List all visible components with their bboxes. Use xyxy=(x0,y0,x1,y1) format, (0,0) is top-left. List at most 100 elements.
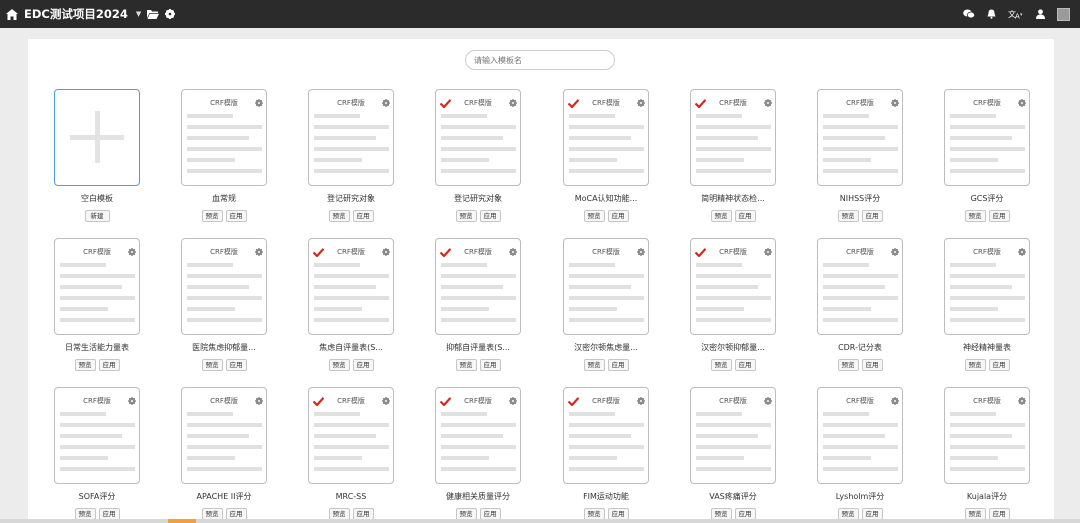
template-card[interactable]: CRF模版 汉密尔顿焦虑量... 预览 应用 xyxy=(561,238,651,371)
apply-button[interactable]: 应用 xyxy=(479,359,501,371)
preview-button[interactable]: 预览 xyxy=(837,359,859,371)
template-thumbnail[interactable]: CRF模版 xyxy=(435,387,521,484)
template-card[interactable]: CRF模版 CDR-记分表 预览 应用 xyxy=(815,238,905,371)
template-card[interactable]: CRF模版 健康相关质量评分 预览 应用 xyxy=(433,387,523,520)
placeholder-line xyxy=(441,423,516,427)
search-input[interactable] xyxy=(465,50,615,70)
template-card[interactable]: CRF模版 VAS疼痛评分 预览 应用 xyxy=(688,387,778,520)
placeholder-line xyxy=(314,136,376,140)
template-card[interactable]: CRF模版 医院焦虑抑郁量... 预览 应用 xyxy=(179,238,269,371)
template-thumbnail[interactable]: CRF模版 xyxy=(563,387,649,484)
preview-button[interactable]: 预览 xyxy=(201,210,223,222)
template-card[interactable]: CRF模版 焦虑自评量表(S... 预览 应用 xyxy=(306,238,396,371)
template-thumbnail[interactable]: CRF模版 xyxy=(54,238,140,335)
template-thumbnail[interactable]: CRF模版 xyxy=(435,238,521,335)
translate-icon[interactable]: 文 A ▾ xyxy=(1008,9,1024,19)
template-name: 血常规 xyxy=(212,194,236,203)
apply-button[interactable]: 应用 xyxy=(861,359,883,371)
template-card[interactable]: CRF模版 APACHE II评分 预览 应用 xyxy=(179,387,269,520)
preview-button[interactable]: 预览 xyxy=(583,359,605,371)
template-thumbnail[interactable]: CRF模版 xyxy=(690,89,776,186)
template-name: 抑郁自评量表(S... xyxy=(446,343,510,352)
template-card[interactable]: CRF模版 简明精神状态检... 预览 应用 xyxy=(688,89,778,222)
folder-icon[interactable] xyxy=(147,9,160,19)
preview-button[interactable]: 预览 xyxy=(583,210,605,222)
preview-button[interactable]: 预览 xyxy=(328,210,350,222)
preview-button[interactable]: 预览 xyxy=(964,210,986,222)
preview-button[interactable]: 预览 xyxy=(455,359,477,371)
new-button[interactable]: 新建 xyxy=(84,210,110,222)
template-card[interactable]: CRF模版 Kujala评分 预览 应用 xyxy=(942,387,1032,520)
template-card[interactable]: CRF模版抑郁自评量表(S... 预览 应用 xyxy=(433,238,523,371)
template-card[interactable]: CRF模版血常规预览 应用 xyxy=(179,89,269,222)
project-title[interactable]: EDC测试项目2024 xyxy=(24,6,128,22)
template-card[interactable]: CRF模版 FIM运动功能 预览 应用 xyxy=(561,387,651,520)
template-card[interactable]: CRF模版 GCS评分 预览 应用 xyxy=(942,89,1032,222)
template-card[interactable]: CRF模版 SOFA评分 预览 应用 xyxy=(52,387,142,520)
template-thumbnail[interactable]: CRF模版 xyxy=(54,387,140,484)
template-thumbnail[interactable]: CRF模版 xyxy=(563,89,649,186)
apply-button[interactable]: 应用 xyxy=(479,210,501,222)
apply-button[interactable]: 应用 xyxy=(734,359,756,371)
template-thumbnail[interactable]: CRF模版 xyxy=(944,387,1030,484)
template-card[interactable]: CRF模版 MRC-SS 预览 应用 xyxy=(306,387,396,520)
template-thumbnail[interactable]: CRF模版 xyxy=(308,89,394,186)
template-thumbnail[interactable]: CRF模版 xyxy=(690,238,776,335)
template-thumbnail[interactable]: CRF模版 xyxy=(181,238,267,335)
placeholder-line xyxy=(950,434,1012,438)
template-card[interactable]: 空白模板 新建 xyxy=(52,89,142,222)
template-thumbnail[interactable]: CRF模版 xyxy=(181,387,267,484)
scrollbar-thumb[interactable] xyxy=(168,519,196,523)
apply-button[interactable]: 应用 xyxy=(988,210,1010,222)
template-thumbnail[interactable]: CRF模版 xyxy=(817,238,903,335)
template-thumbnail[interactable]: CRF模版 xyxy=(435,89,521,186)
template-card[interactable]: CRF模版 神经精神量表 预览 应用 xyxy=(942,238,1032,371)
template-thumbnail[interactable]: CRF模版 xyxy=(944,89,1030,186)
avatar[interactable] xyxy=(1057,7,1070,21)
preview-button[interactable]: 预览 xyxy=(837,210,859,222)
preview-button[interactable]: 预览 xyxy=(201,359,223,371)
horizontal-scrollbar[interactable] xyxy=(0,519,1080,523)
preview-button[interactable]: 预览 xyxy=(710,210,732,222)
preview-button[interactable]: 预览 xyxy=(74,359,96,371)
template-card[interactable]: CRF模版 NIHSS评分 预览 应用 xyxy=(815,89,905,222)
chevron-down-icon[interactable]: ▼ xyxy=(136,10,141,18)
placeholder-line xyxy=(823,158,871,162)
apply-button[interactable]: 应用 xyxy=(352,359,374,371)
apply-button[interactable]: 应用 xyxy=(861,210,883,222)
placeholder-line xyxy=(441,412,487,416)
template-card[interactable]: CRF模版 登记研究对象 预览 应用 xyxy=(306,89,396,222)
preview-button[interactable]: 预览 xyxy=(328,359,350,371)
template-thumbnail[interactable]: CRF模版 xyxy=(308,238,394,335)
apply-button[interactable]: 应用 xyxy=(607,359,629,371)
wechat-icon[interactable] xyxy=(963,9,975,19)
template-card[interactable]: CRF模版 Lysholm评分 预览 应用 xyxy=(815,387,905,520)
template-thumbnail[interactable]: CRF模版 xyxy=(817,89,903,186)
apply-button[interactable]: 应用 xyxy=(988,359,1010,371)
apply-button[interactable]: 应用 xyxy=(98,359,120,371)
template-thumbnail[interactable]: CRF模版 xyxy=(308,387,394,484)
placeholder-line xyxy=(187,423,262,427)
bell-icon[interactable] xyxy=(987,9,996,19)
template-thumbnail[interactable]: CRF模版 xyxy=(817,387,903,484)
template-thumbnail[interactable]: CRF模版 xyxy=(944,238,1030,335)
user-icon[interactable] xyxy=(1036,9,1045,19)
preview-button[interactable]: 预览 xyxy=(455,210,477,222)
apply-button[interactable]: 应用 xyxy=(225,359,247,371)
template-card[interactable]: CRF模版 汉密尔顿抑郁量... 预览 应用 xyxy=(688,238,778,371)
apply-button[interactable]: 应用 xyxy=(734,210,756,222)
template-thumbnail[interactable]: CRF模版 xyxy=(181,89,267,186)
home-icon[interactable] xyxy=(6,8,18,20)
template-thumbnail[interactable]: CRF模版 xyxy=(563,238,649,335)
apply-button[interactable]: 应用 xyxy=(352,210,374,222)
apply-button[interactable]: 应用 xyxy=(225,210,247,222)
blank-template-thumbnail[interactable] xyxy=(54,89,140,186)
preview-button[interactable]: 预览 xyxy=(710,359,732,371)
template-card[interactable]: CRF模版 MoCA认知功能... 预览 应用 xyxy=(561,89,651,222)
preview-button[interactable]: 预览 xyxy=(964,359,986,371)
template-card[interactable]: CRF模版 日常生活能力量表 预览 应用 xyxy=(52,238,142,371)
template-card[interactable]: CRF模版 登记研究对象 预览 应用 xyxy=(433,89,523,222)
template-thumbnail[interactable]: CRF模版 xyxy=(690,387,776,484)
apply-button[interactable]: 应用 xyxy=(607,210,629,222)
gear-icon[interactable] xyxy=(165,9,176,19)
